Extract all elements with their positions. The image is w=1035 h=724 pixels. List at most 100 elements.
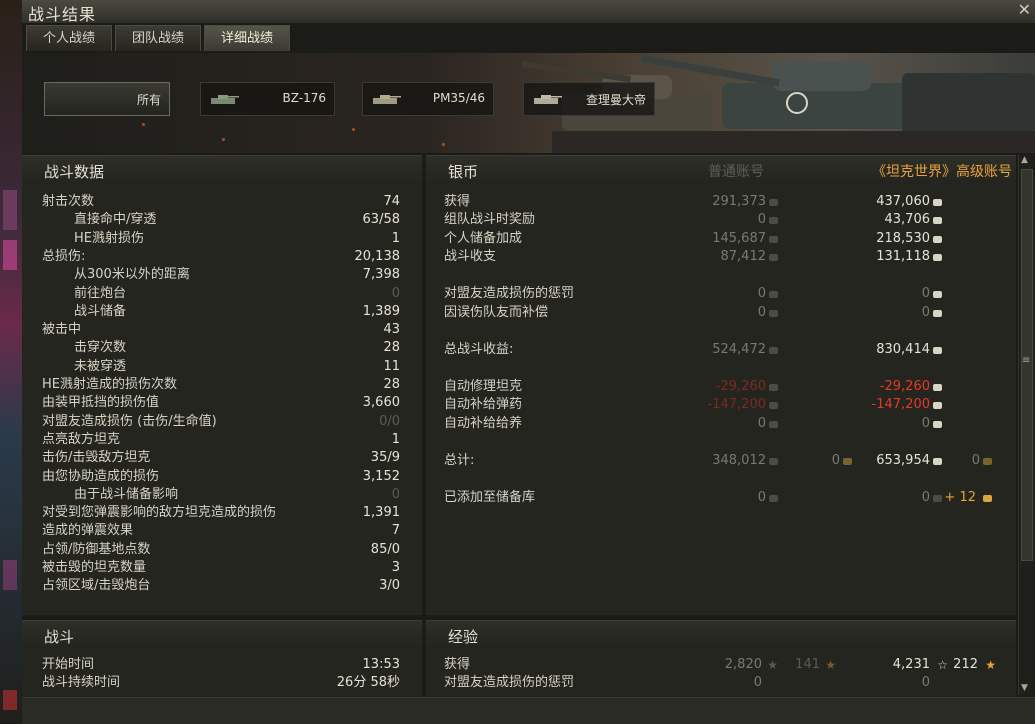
stat-value: 28 xyxy=(383,340,400,356)
premium-credits: 0 xyxy=(921,286,930,302)
combat-stat-row: 直接命中/穿透 63/58 xyxy=(22,211,422,229)
premium-credits: -29,260 xyxy=(879,379,930,395)
combat-stat-row: 射击次数 74 xyxy=(22,193,422,211)
stat-label: 对盟友造成损伤 (击伤/生命值) xyxy=(42,413,217,429)
premium-reserve-credits: 0 xyxy=(921,490,930,506)
stat-value: 11 xyxy=(383,358,400,374)
stat-value: 7,398 xyxy=(362,267,400,283)
premium-xp: 4,231 xyxy=(892,657,930,672)
combat-stat-row: 战斗储备 1,389 xyxy=(22,303,422,321)
credit-icon xyxy=(933,420,942,428)
credit-label: 总战斗收益: xyxy=(444,341,514,357)
xp-star-icon: ★ xyxy=(767,658,778,672)
window-title: 战斗结果 xyxy=(28,5,97,24)
premium-credits: 653,954 xyxy=(876,453,930,468)
credit-icon xyxy=(933,384,942,392)
premium-free-xp: 212 xyxy=(953,657,978,672)
credit-row: 战斗收支 87,412 131,118 xyxy=(426,248,1016,266)
stat-value: 3,152 xyxy=(362,468,400,484)
premium-gold: 0 xyxy=(971,453,980,468)
scrollbar[interactable]: ▲ ≡ ▼ xyxy=(1018,155,1034,695)
credit-icon xyxy=(933,402,942,410)
section-title: 银币 xyxy=(448,163,479,181)
credit-label: 战斗收支 xyxy=(444,248,497,264)
scroll-down-icon[interactable]: ▼ xyxy=(1021,683,1028,693)
experience-panel: 获得 2,820 ★ 141 ★ 4,231 ☆ 212 ★ 对盟友造成损伤的惩罚 0 0 xyxy=(426,650,1016,697)
window-titlebar[interactable]: 战斗结果 ✕ xyxy=(22,0,1035,24)
standard-gold: 0 xyxy=(831,453,840,468)
premium-account-column-header: 《坦克世界》高级账号 xyxy=(872,164,1012,180)
standard-credits: 0 xyxy=(757,490,766,506)
credit-label: 对盟友造成损伤的惩罚 xyxy=(444,286,575,302)
tab-team[interactable]: 团队战绩 xyxy=(115,25,201,51)
experience-header: 经验 xyxy=(426,620,1016,650)
close-icon[interactable]: ✕ xyxy=(1018,0,1031,19)
stat-label: 点亮敌方坦克 xyxy=(42,431,121,447)
gold-icon xyxy=(843,458,852,465)
combat-stat-row: HE溅射损伤 1 xyxy=(22,230,422,248)
vehicle-filter-pm3546[interactable]: PM35/46 xyxy=(362,82,494,116)
stat-value: 74 xyxy=(383,194,400,209)
vehicle-label: 查理曼大帝 xyxy=(585,93,646,107)
standard-credits: 0 xyxy=(757,415,766,431)
credit-row: 已添加至储备库 0 0 + 12 xyxy=(426,489,1016,507)
credit-icon xyxy=(933,199,942,206)
tank-icon xyxy=(211,95,239,104)
battle-value: 13:53 xyxy=(362,657,400,672)
credit-icon xyxy=(769,199,778,206)
credit-icon xyxy=(933,253,942,261)
combat-stat-row: 占领/防御基地点数 85/0 xyxy=(22,541,422,559)
experience-row: 获得 2,820 ★ 141 ★ 4,231 ☆ 212 ★ xyxy=(426,656,1016,674)
stat-label: 射击次数 xyxy=(42,194,95,209)
combat-stat-row: 前往炮台 0 xyxy=(22,285,422,303)
tab-personal[interactable]: 个人战绩 xyxy=(26,25,112,51)
credit-label: 总计: xyxy=(444,453,475,468)
stat-label: 占领/防御基地点数 xyxy=(42,541,151,557)
battle-row: 战斗持续时间 26分 58秒 xyxy=(22,674,422,692)
tab-detailed[interactable]: 详细战绩 xyxy=(204,25,290,51)
credits-header: 银币 普通账号 《坦克世界》高级账号 xyxy=(426,155,1016,185)
battle-panel: 开始时间 13:53 战斗持续时间 26分 58秒 xyxy=(22,650,422,697)
stat-label: 被击中 xyxy=(42,322,82,338)
scroll-up-icon[interactable]: ▲ xyxy=(1021,155,1028,165)
credit-icon xyxy=(933,495,942,503)
standard-xp: 0 xyxy=(753,675,762,690)
stat-label: 占领区域/击毁炮台 xyxy=(42,578,151,594)
vehicle-filter-charlemagne[interactable]: 查理曼大帝 xyxy=(523,82,655,116)
stat-label: 被击毁的坦克数量 xyxy=(42,560,147,575)
credit-icon xyxy=(769,291,778,299)
battle-header: 战斗 xyxy=(22,620,422,650)
stat-value: 3,660 xyxy=(362,395,400,411)
combat-stat-row: 被击毁的坦克数量 3 xyxy=(22,559,422,577)
premium-xp: 0 xyxy=(921,675,930,690)
battle-label: 战斗持续时间 xyxy=(42,675,121,690)
vehicle-filter-bz176[interactable]: BZ-176 xyxy=(200,82,335,116)
vehicle-filter-all[interactable]: 所有 xyxy=(44,82,170,116)
tank-icon xyxy=(534,95,562,104)
credit-icon xyxy=(769,309,778,317)
credit-icon xyxy=(933,309,942,317)
combat-stat-row: 被击中 43 xyxy=(22,321,422,339)
standard-credits: 348,012 xyxy=(712,453,766,468)
credit-icon xyxy=(933,346,942,354)
credit-label: 因误伤队友而补偿 xyxy=(444,304,549,320)
stat-value: 3 xyxy=(391,560,400,575)
stat-value: 1,389 xyxy=(362,303,400,319)
combat-stat-row: 未被穿透 11 xyxy=(22,358,422,376)
credit-label: 组队战斗时奖励 xyxy=(444,212,536,228)
credit-row: 总计: 348,012 0 653,954 0 xyxy=(426,452,1016,470)
combat-stat-row: 点亮敌方坦克 1 xyxy=(22,431,422,449)
standard-credits: 0 xyxy=(757,286,766,302)
credit-icon xyxy=(933,235,942,243)
stat-label: HE溅射造成的损伤次数 xyxy=(42,377,177,392)
stat-label: 造成的弹震效果 xyxy=(42,523,134,539)
vehicle-label: 所有 xyxy=(136,93,161,107)
standard-credits: 0 xyxy=(757,212,766,228)
stat-label: 直接命中/穿透 xyxy=(74,212,157,228)
stat-value: 85/0 xyxy=(370,541,400,557)
credit-icon xyxy=(769,384,778,392)
standard-credits: 0 xyxy=(757,304,766,320)
vehicle-label: BZ-176 xyxy=(282,91,326,105)
credit-row: 总战斗收益: 524,472 830,414 xyxy=(426,341,1016,359)
credit-icon xyxy=(769,495,778,503)
